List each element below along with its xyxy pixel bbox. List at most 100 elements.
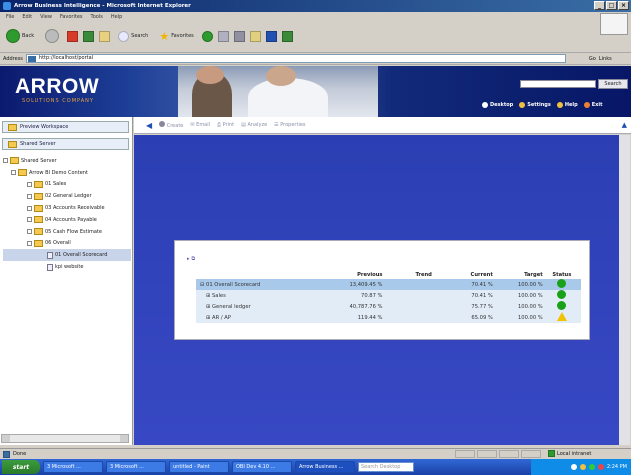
col-current[interactable]: Current	[448, 271, 493, 279]
taskbar-item[interactable]: 3 Microsoft ...	[106, 461, 166, 473]
status-text: Done	[13, 451, 27, 457]
col-previous[interactable]: Previous	[316, 271, 382, 279]
tools-icon[interactable]	[281, 30, 293, 42]
tree-node[interactable]: 01 Sales	[3, 179, 131, 191]
tree-node[interactable]: kpi website	[3, 261, 131, 273]
expand-row-icon[interactable]: ⊞	[206, 315, 210, 321]
portal-search-button[interactable]: Search	[598, 79, 628, 89]
menu-help[interactable]: Help	[111, 14, 122, 20]
folder-icon	[10, 157, 19, 165]
arrow-logo: ARROW	[15, 75, 100, 98]
col-target[interactable]: Target	[493, 271, 543, 279]
shared-server-button[interactable]: Shared Server	[2, 138, 129, 150]
desktop-search-input[interactable]: Search Desktop	[358, 462, 414, 472]
refresh-icon[interactable]	[83, 30, 95, 42]
banner-links: Desktop Settings Help Exit	[482, 102, 602, 108]
preview-workspace-button[interactable]: Preview Workspace	[2, 121, 129, 133]
taskbar-item[interactable]: untitled - Paint	[169, 461, 229, 473]
properties-button[interactable]: ☰ Properties	[274, 122, 305, 128]
page-icon	[27, 56, 36, 62]
folder-icon[interactable]	[249, 30, 261, 42]
taskbar-item[interactable]: OBI Dev 4.10 ...	[232, 461, 292, 473]
taskbar-item[interactable]: 3 Microsoft ...	[43, 461, 103, 473]
tray-icon[interactable]	[579, 464, 586, 470]
tree-node[interactable]: Arrow BI Demo Content	[3, 167, 131, 179]
col-trend[interactable]: Trend	[382, 271, 447, 279]
desktop-icon	[482, 102, 488, 108]
tray-icon[interactable]	[588, 464, 595, 470]
help-link[interactable]: Help	[556, 102, 578, 108]
copy-icon[interactable]: ⧉	[192, 256, 196, 262]
tree-node[interactable]: Shared Server	[3, 155, 131, 167]
portal-banner: ARROW SOLUTIONS COMPANY Search Desktop S…	[0, 66, 631, 117]
star-icon: ★	[159, 29, 170, 43]
desktop-link[interactable]: Desktop	[482, 102, 513, 108]
menu-file[interactable]: File	[6, 14, 14, 20]
expand-row-icon[interactable]: ⊞	[206, 293, 210, 299]
tree-node[interactable]: 04 Accounts Payable	[3, 214, 131, 226]
back-button[interactable]: Back	[3, 27, 37, 45]
portal-search-input[interactable]	[520, 80, 596, 88]
taskbar-item-active[interactable]: Arrow Business ...	[295, 461, 355, 473]
email-button[interactable]: ✉ Email	[190, 122, 210, 128]
expand-icon[interactable]: ▸	[187, 256, 190, 262]
tray-icon[interactable]	[597, 464, 604, 470]
search-button[interactable]: Search	[115, 29, 151, 44]
start-button[interactable]: start	[2, 460, 40, 474]
settings-link[interactable]: Settings	[519, 102, 551, 108]
print-icon[interactable]	[233, 30, 245, 42]
messenger-icon[interactable]	[265, 30, 277, 42]
menu-view[interactable]: View	[40, 14, 52, 20]
create-icon	[159, 121, 166, 127]
table-row[interactable]: ⊞ Sales 70.87 % 70.41 % 100.00 %	[196, 290, 581, 301]
address-input[interactable]: http://localhost/portal	[25, 54, 566, 63]
stop-icon[interactable]	[67, 30, 79, 42]
scorecard-toolbar: ▸ ⧉	[187, 256, 195, 262]
system-tray: 2:24 PM	[531, 459, 631, 475]
back-nav-icon[interactable]: ◀	[146, 121, 152, 130]
folder-icon	[8, 123, 17, 131]
content-scrollbar[interactable]	[619, 135, 630, 445]
col-status[interactable]: Status	[543, 271, 581, 279]
sidebar: Preview Workspace Shared Server Shared S…	[0, 117, 133, 445]
menu-tools[interactable]: Tools	[91, 14, 103, 20]
sidebar-scrollbar[interactable]	[1, 434, 129, 443]
close-button[interactable]: ×	[618, 1, 629, 10]
menu-favorites[interactable]: Favorites	[60, 14, 83, 20]
go-button[interactable]: Go	[589, 56, 596, 62]
exit-link[interactable]: Exit	[583, 102, 602, 108]
folder-tree: Shared Server Arrow BI Demo Content 01 S…	[3, 155, 131, 273]
forward-button[interactable]	[42, 27, 62, 45]
settings-icon	[519, 102, 526, 108]
window-title: Arrow Business Intelligence - Microsoft …	[14, 3, 191, 9]
expand-row-icon[interactable]: ⊟	[200, 282, 204, 288]
mail-icon[interactable]	[217, 30, 229, 42]
tray-icon[interactable]	[570, 464, 577, 470]
tree-node[interactable]: 02 General Ledger	[3, 190, 131, 202]
print-button[interactable]: ⎙ Print	[217, 122, 234, 128]
maximize-button[interactable]: □	[606, 1, 617, 10]
create-button[interactable]: Create	[159, 121, 183, 129]
tree-node-selected[interactable]: 01 Overall Scorecard	[3, 249, 131, 262]
table-row[interactable]: ⊟ 01 Overall Scorecard 13,409.45 % 70.41…	[196, 279, 581, 290]
address-label: Address	[3, 55, 23, 62]
folder-icon	[34, 192, 43, 200]
favorites-button[interactable]: ★ Favorites	[156, 28, 196, 45]
expand-row-icon[interactable]: ⊞	[206, 304, 210, 310]
tree-node[interactable]: 06 Overall	[3, 238, 131, 250]
home-icon[interactable]	[99, 30, 111, 42]
help-icon	[556, 102, 563, 108]
menu-edit[interactable]: Edit	[22, 14, 32, 20]
folder-icon	[18, 169, 27, 177]
minimize-button[interactable]: _	[594, 1, 605, 10]
tree-node[interactable]: 05 Cash Flow Estimate	[3, 226, 131, 238]
table-row[interactable]: ⊞ AR / AP 119.44 % 65.09 % 100.00 %	[196, 312, 581, 323]
collapse-icon[interactable]: ▲	[622, 121, 627, 129]
status-green-icon	[557, 290, 567, 299]
links-label[interactable]: Links	[599, 56, 612, 62]
analyze-button[interactable]: ▤ Analyze	[241, 122, 267, 128]
table-row[interactable]: ⊞ General ledger 40,787.76 % 75.77 % 100…	[196, 301, 581, 312]
history-icon[interactable]	[201, 30, 213, 42]
tree-node[interactable]: 03 Accounts Receivable	[3, 202, 131, 214]
scorecard-icon	[47, 251, 53, 259]
